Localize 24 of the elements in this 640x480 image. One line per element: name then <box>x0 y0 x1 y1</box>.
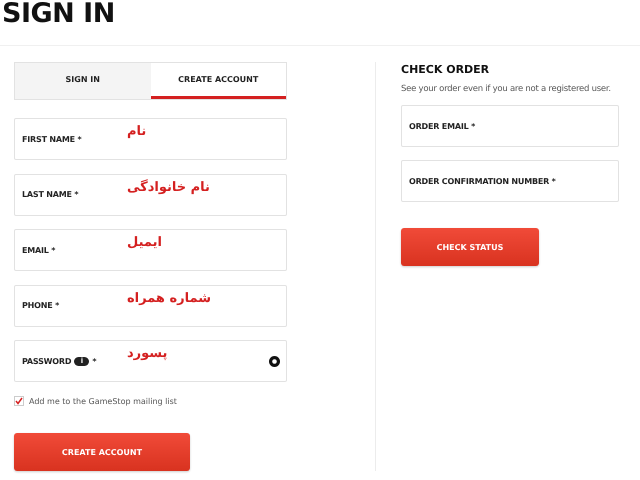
section-subtitle: See your order even if you are not a registered user. <box>401 84 612 94</box>
checkbox-label[interactable]: Add me to the GameStop mailing list <box>29 396 177 406</box>
input-field[interactable]: ORDER EMAIL * <box>401 105 619 148</box>
field-label: PHONE * <box>22 301 60 310</box>
create-account-button[interactable]: CREATE ACCOUNT <box>14 433 190 472</box>
annotation-text: ایمیل <box>127 235 162 250</box>
annotation-text: شماره همراه <box>127 290 212 306</box>
annotation-text: نام <box>127 124 146 140</box>
input-field[interactable]: ORDER CONFIRMATION NUMBER * <box>401 160 619 202</box>
field-label: ORDER EMAIL * <box>409 122 476 131</box>
field-label: ORDER CONFIRMATION NUMBER * <box>409 176 556 186</box>
field-label: FIRST NAME * <box>22 134 82 144</box>
section-title: CHECK ORDER <box>401 63 490 76</box>
page-title: SIGN IN <box>1 0 116 28</box>
annotation-text: پسورد <box>127 346 168 362</box>
field-label: EMAIL * <box>22 246 56 255</box>
checkbox[interactable] <box>14 396 24 406</box>
annotation-text: نام خانوادگی <box>127 180 210 195</box>
required-mark: * <box>92 356 96 366</box>
check-status-button[interactable]: CHECK STATUS <box>401 228 539 266</box>
field-label: LAST NAME * <box>22 190 78 200</box>
field-label: PASSWORD <box>22 356 72 366</box>
eye-icon[interactable] <box>268 355 281 368</box>
tab[interactable]: SIGN IN <box>15 63 150 100</box>
